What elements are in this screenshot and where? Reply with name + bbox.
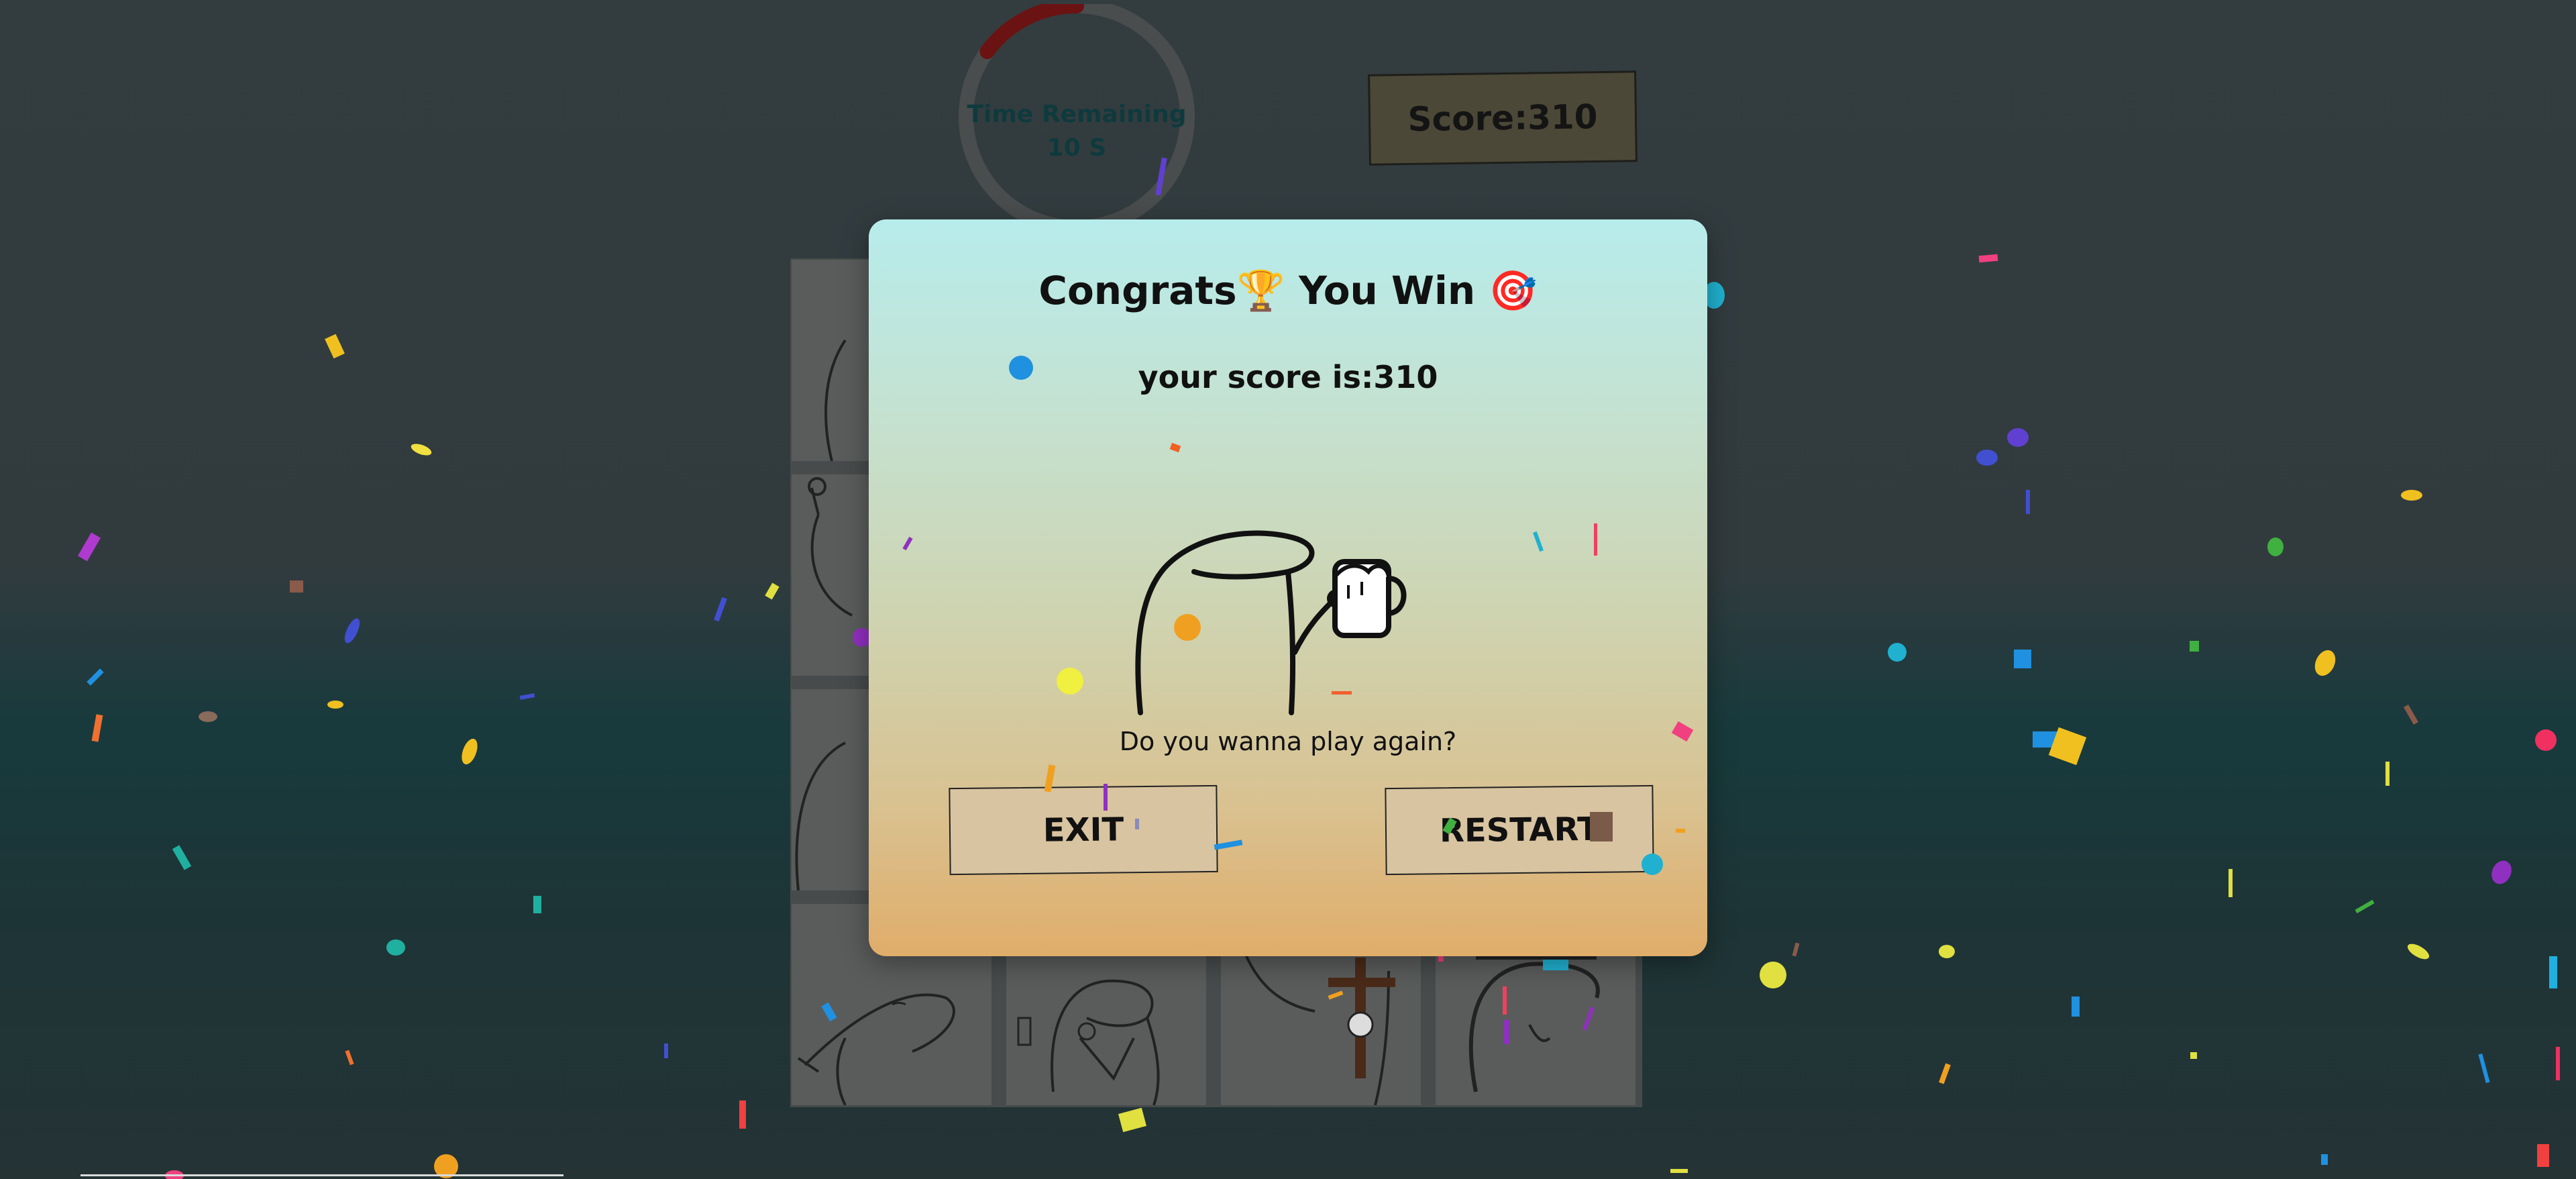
bottom-divider	[80, 1174, 564, 1176]
confetti-foreground-layer	[902, 356, 1694, 875]
